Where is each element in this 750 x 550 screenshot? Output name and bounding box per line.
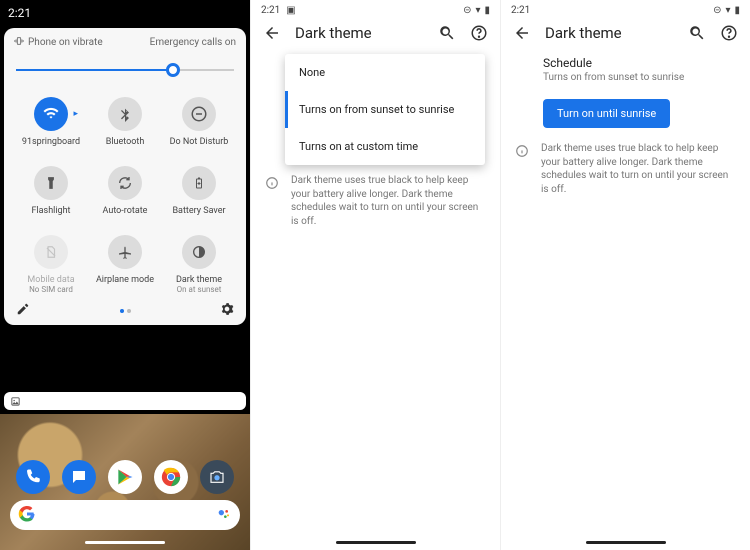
help-button[interactable]: [720, 24, 738, 42]
notification-handle[interactable]: [4, 392, 246, 410]
brightness-slider[interactable]: [16, 59, 234, 81]
nav-handle[interactable]: [336, 541, 416, 544]
qs-status-right: Emergency calls on: [150, 37, 236, 48]
status-icons: ⊝ ▾ ▮: [463, 5, 490, 16]
battery-status-icon: ▮: [734, 5, 740, 16]
dnd-icon: [182, 97, 216, 131]
screenshot-icon: [10, 396, 21, 407]
tile-airplane[interactable]: Airplane mode: [88, 227, 162, 301]
status-clock: 2:21: [511, 5, 530, 16]
phone-app-icon[interactable]: [16, 460, 50, 494]
quick-settings-panel: 2:21 Phone on vibrate Emergency calls on…: [0, 0, 250, 550]
status-clock: 2:21: [261, 5, 280, 16]
chevron-right-icon: ▸: [73, 109, 78, 119]
tile-bluetooth[interactable]: Bluetooth: [88, 89, 162, 154]
schedule-dropdown: None Turns on from sunset to sunrise Tur…: [285, 54, 485, 165]
info-text: Dark theme uses true black to help keep …: [541, 142, 736, 196]
search-button[interactable]: [438, 24, 456, 42]
search-button[interactable]: [688, 24, 706, 42]
edit-button[interactable]: [16, 302, 30, 319]
option-custom-time[interactable]: Turns on at custom time: [285, 128, 485, 165]
dnd-status-icon: ⊝: [463, 5, 471, 16]
settings-button[interactable]: [220, 302, 234, 319]
tile-dnd[interactable]: Do Not Disturb: [162, 89, 236, 154]
tile-flashlight[interactable]: Flashlight: [14, 158, 88, 223]
flashlight-icon: [34, 166, 68, 200]
battery-saver-icon: [182, 166, 216, 200]
schedule-value: Turns on from sunset to sunrise: [543, 72, 734, 83]
chrome-app-icon[interactable]: [154, 460, 188, 494]
screenshot-status-icon: ▣: [286, 5, 295, 16]
status-clock: 2:21: [8, 6, 31, 20]
page-indicator: [120, 309, 131, 313]
messages-app-icon[interactable]: [62, 460, 96, 494]
wifi-status-icon: ▾: [475, 5, 480, 16]
option-none[interactable]: None: [285, 54, 485, 91]
tile-mobile-data[interactable]: Mobile data No SIM card: [14, 227, 88, 301]
battery-status-icon: ▮: [484, 5, 490, 16]
play-store-icon[interactable]: [108, 460, 142, 494]
dark-theme-page-dropdown: 2:21 ▣ ⊝ ▾ ▮ Dark theme None Turns on fr…: [250, 0, 500, 550]
back-button[interactable]: [263, 24, 281, 42]
wifi-status-icon: ▾: [725, 5, 730, 16]
bluetooth-icon: [108, 97, 142, 131]
tile-wifi[interactable]: ▸ 91springboard: [14, 89, 88, 154]
qs-status-left: Phone on vibrate: [28, 37, 103, 48]
back-button[interactable]: [513, 24, 531, 42]
option-sunset-sunrise[interactable]: Turns on from sunset to sunrise: [285, 91, 485, 128]
autorotate-icon: [108, 166, 142, 200]
schedule-row[interactable]: Schedule: [543, 56, 734, 70]
dark-theme-page: 2:21 ⊝ ▾ ▮ Dark theme Schedule Turns on …: [500, 0, 750, 550]
dock: [0, 460, 250, 494]
tile-autorotate[interactable]: Auto-rotate: [88, 158, 162, 223]
sim-icon: [34, 235, 68, 269]
camera-app-icon[interactable]: [200, 460, 234, 494]
page-title: Dark theme: [295, 24, 424, 42]
google-g-icon: [18, 505, 36, 526]
dark-theme-icon: [182, 235, 216, 269]
turn-on-button[interactable]: Turn on until sunrise: [543, 99, 670, 128]
status-icons: ⊝ ▾ ▮: [713, 5, 740, 16]
info-icon: [265, 176, 281, 228]
tile-dark-theme[interactable]: Dark theme On at sunset: [162, 227, 236, 301]
info-icon: [515, 144, 531, 196]
nav-handle[interactable]: [85, 541, 165, 544]
airplane-icon: [108, 235, 142, 269]
dnd-status-icon: ⊝: [713, 5, 721, 16]
help-button[interactable]: [470, 24, 488, 42]
search-bar[interactable]: [10, 500, 240, 530]
page-title: Dark theme: [545, 24, 674, 42]
info-text: Dark theme uses true black to help keep …: [291, 174, 486, 228]
vibrate-icon: [14, 36, 24, 49]
wifi-icon: ▸: [34, 97, 68, 131]
tile-battery-saver[interactable]: Battery Saver: [162, 158, 236, 223]
quick-settings-card: Phone on vibrate Emergency calls on ▸ 91…: [4, 28, 246, 325]
assistant-icon: [216, 506, 232, 525]
nav-handle[interactable]: [586, 541, 666, 544]
